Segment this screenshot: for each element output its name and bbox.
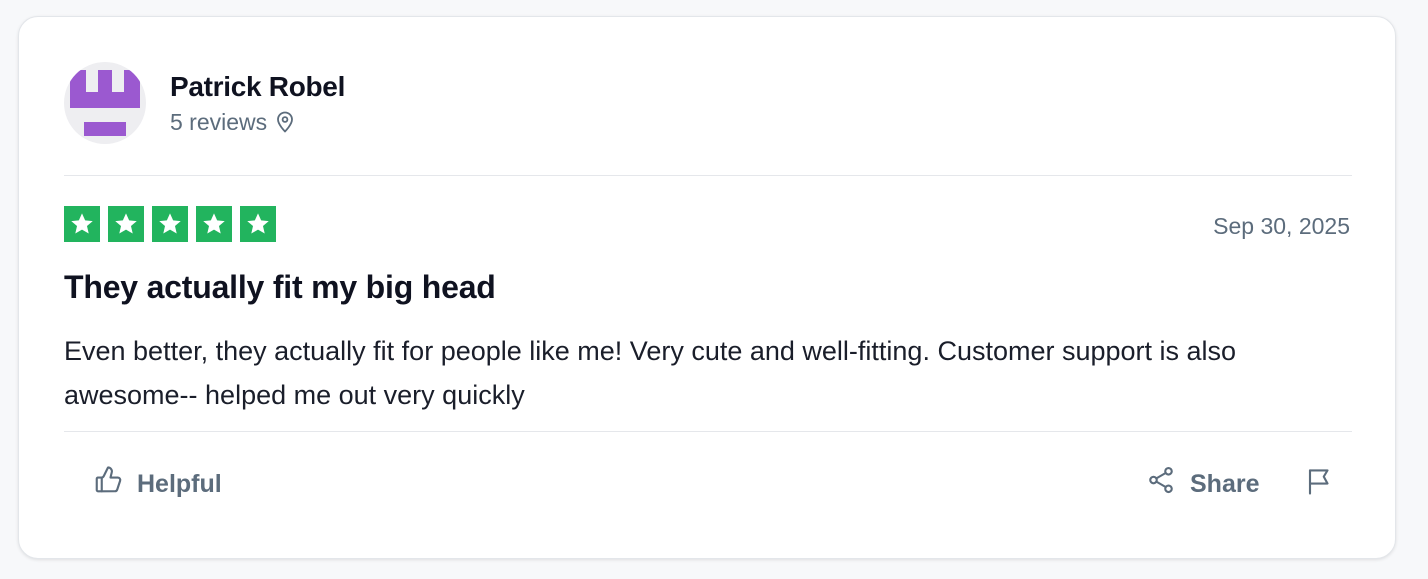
- share-icon: [1146, 465, 1176, 502]
- star-icon: [64, 206, 100, 242]
- star-icon: [152, 206, 188, 242]
- review-card: Patrick Robel 5 reviews Sep 30, 2025 The…: [18, 16, 1396, 559]
- star-icon: [108, 206, 144, 242]
- footer-divider: [64, 431, 1352, 432]
- review-title: They actually fit my big head: [64, 269, 496, 305]
- star-rating: [64, 206, 276, 242]
- reviews-count: 5 reviews: [170, 109, 268, 135]
- reviewer-name[interactable]: Patrick Robel: [170, 70, 345, 104]
- avatar-pattern-icon: [70, 70, 140, 136]
- header-divider: [64, 175, 1352, 176]
- helpful-label: Helpful: [137, 469, 222, 498]
- report-flag-button[interactable]: [1305, 466, 1335, 501]
- helpful-button[interactable]: Helpful: [93, 465, 222, 502]
- reviewer-meta: 5 reviews: [170, 108, 345, 136]
- reviewer-info: Patrick Robel 5 reviews: [170, 70, 345, 136]
- star-icon: [196, 206, 232, 242]
- flag-icon: [1305, 469, 1335, 500]
- share-button[interactable]: Share: [1146, 465, 1259, 502]
- star-icon: [240, 206, 276, 242]
- thumbs-up-icon: [93, 465, 123, 502]
- reviewer-header: Patrick Robel 5 reviews: [64, 62, 345, 144]
- review-body: Even better, they actually fit for peopl…: [64, 336, 1237, 410]
- share-label: Share: [1190, 469, 1260, 498]
- review-date: Sep 30, 2025: [1213, 213, 1350, 239]
- map-pin-icon: [275, 111, 295, 133]
- avatar[interactable]: [64, 62, 146, 144]
